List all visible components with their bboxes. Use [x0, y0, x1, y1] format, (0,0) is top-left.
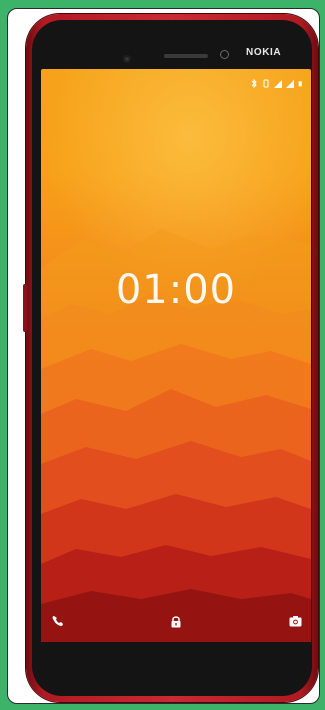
signal-icon	[274, 79, 282, 88]
bluetooth-icon	[251, 78, 257, 88]
signal-icon-2	[286, 79, 294, 88]
lockscreen-shortcuts	[41, 610, 311, 632]
phone-icon	[52, 616, 63, 626]
lock-icon	[171, 615, 181, 627]
vibrate-icon	[263, 79, 269, 87]
earpiece-speaker	[164, 54, 208, 58]
mountain-wallpaper	[41, 229, 311, 642]
battery-icon	[298, 80, 302, 86]
proximity-sensor	[220, 50, 229, 59]
status-bar	[250, 77, 303, 89]
camera-shortcut[interactable]	[284, 610, 306, 632]
phone-chin	[41, 642, 311, 682]
lockscreen-clock: 01:00	[115, 267, 237, 313]
unlock-button[interactable]	[165, 610, 187, 632]
lock-screen[interactable]: 01:00	[41, 69, 311, 642]
side-button[interactable]	[23, 284, 27, 332]
front-camera	[123, 55, 131, 63]
camera-icon	[289, 616, 301, 627]
brand-logo: NOKIA	[246, 47, 282, 58]
phone-shortcut[interactable]	[47, 610, 69, 632]
